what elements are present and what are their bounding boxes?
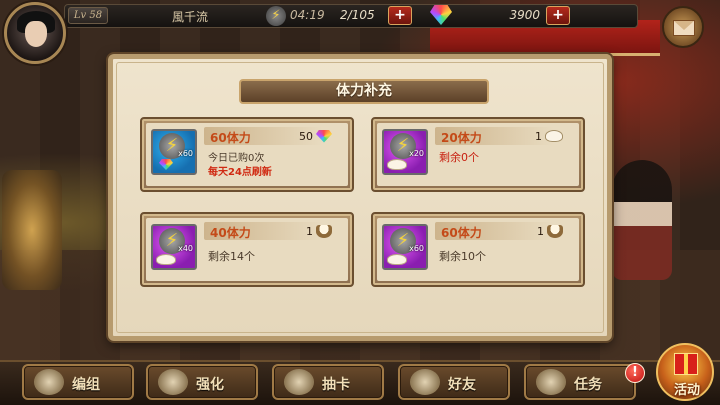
gem-icon — [316, 129, 332, 143]
player-avatar[interactable] — [4, 2, 66, 64]
nav-label: 抽卡 — [322, 377, 350, 393]
stamina-potion-icon: ⚡ x20 — [382, 129, 428, 175]
card-name: 60体力 — [210, 131, 251, 145]
quest-alert-badge: ! — [625, 363, 645, 383]
draw-card-icon — [284, 369, 314, 395]
food-icon — [387, 254, 407, 265]
item-multiplier: x60 — [409, 244, 424, 253]
stamina-potion-icon: ⚡ x60 — [151, 129, 197, 175]
card-name-plate: 60体力 50 — [204, 127, 336, 145]
card-name-plate: 60体力 1 — [435, 222, 567, 240]
stamina-card-60-gem[interactable]: ⚡ x60 60体力 50 今日已购0次 每天24点刷新 — [140, 117, 354, 192]
activity-button[interactable]: 活动 — [656, 343, 714, 401]
stamina-count: 2/105 — [340, 8, 375, 22]
lantern-decoration — [2, 170, 62, 290]
price-value: 1 — [537, 224, 544, 238]
nav-draw-card-button[interactable]: 抽卡 — [272, 364, 384, 400]
player-level: Lv 58 — [68, 7, 108, 24]
bowl-icon — [316, 224, 332, 238]
nav-label: 好友 — [448, 377, 476, 393]
stamina-card-20-bun[interactable]: ⚡ x20 20体力 1 剩余0个 — [371, 117, 585, 192]
stamina-card-40-bowl[interactable]: ⚡ x40 40体力 1 剩余14个 — [140, 212, 354, 287]
stamina-bolt-icon: ⚡ — [266, 6, 286, 26]
enhance-icon — [158, 369, 188, 395]
card-name: 40体力 — [210, 226, 251, 240]
nav-label: 强化 — [196, 377, 224, 393]
bun-icon — [545, 130, 563, 142]
remaining-count: 剩余10个 — [439, 250, 486, 263]
activity-label: 活动 — [673, 383, 700, 398]
item-multiplier: x40 — [178, 244, 193, 253]
bun-icon — [387, 159, 407, 170]
purchase-count-text: 今日已购0次 — [208, 153, 265, 164]
nav-team-button[interactable]: 编组 — [22, 364, 134, 400]
stamina-potion-icon: ⚡ x40 — [151, 224, 197, 270]
mail-button[interactable] — [662, 6, 704, 48]
quest-icon — [536, 369, 566, 395]
player-name: 風千流 — [171, 10, 208, 24]
item-multiplier: x20 — [409, 149, 424, 158]
nav-friends-button[interactable]: 好友 — [398, 364, 510, 400]
food-icon — [156, 254, 176, 265]
card-price: 50 — [299, 128, 332, 144]
background-character — [612, 160, 672, 280]
avatar-face — [25, 21, 47, 47]
nav-label: 编组 — [72, 377, 100, 393]
remaining-count: 剩余0个 — [439, 151, 479, 164]
friends-icon — [410, 369, 440, 395]
add-gems-button[interactable]: + — [546, 6, 570, 25]
gem-icon — [159, 159, 173, 170]
item-multiplier: x60 — [178, 149, 193, 158]
card-name-plate: 20体力 1 — [435, 127, 567, 145]
card-price: 1 — [535, 128, 563, 144]
card-name: 20体力 — [441, 131, 482, 145]
price-value: 1 — [535, 129, 542, 143]
card-price: 1 — [306, 223, 332, 239]
remaining-count: 剩余14个 — [208, 250, 255, 263]
team-icon — [34, 369, 64, 395]
price-value: 50 — [299, 129, 313, 143]
stamina-refill-dialog: 体力补充 ⚡ x60 60体力 50 今日已购0次 每天24点刷新 ⚡ x20 … — [108, 54, 612, 341]
add-stamina-button[interactable]: + — [388, 6, 412, 25]
stamina-timer: 04:19 — [290, 8, 325, 22]
price-value: 1 — [306, 224, 313, 238]
nav-label: 任务 — [574, 377, 602, 393]
stamina-potion-icon: ⚡ x60 — [382, 224, 428, 270]
nav-quest-button[interactable]: 任务 — [524, 364, 636, 400]
envelope-icon — [673, 20, 695, 36]
refresh-note: 每天24点刷新 — [208, 167, 272, 178]
card-price: 1 — [537, 223, 563, 239]
gift-icon — [674, 353, 698, 375]
dialog-title: 体力补充 — [239, 79, 489, 104]
stamina-card-60-plate[interactable]: ⚡ x60 60体力 1 剩余10个 — [371, 212, 585, 287]
food-plate-icon — [547, 224, 563, 238]
gem-count: 3900 — [509, 8, 540, 22]
card-name-plate: 40体力 1 — [204, 222, 336, 240]
card-name: 60体力 — [441, 226, 482, 240]
nav-enhance-button[interactable]: 强化 — [146, 364, 258, 400]
